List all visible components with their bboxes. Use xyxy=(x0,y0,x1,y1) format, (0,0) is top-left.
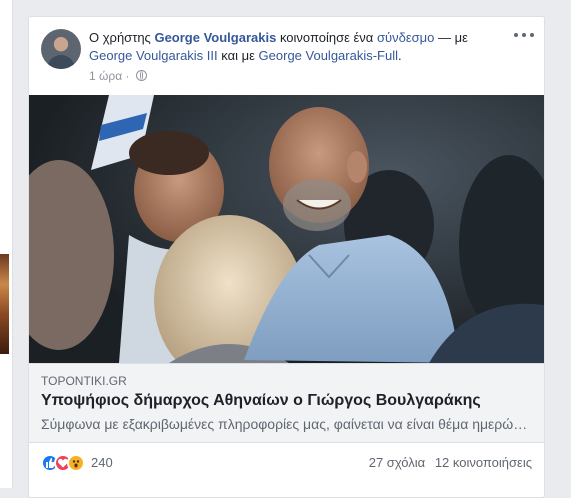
post-footer: 240 27 σχόλια 12 κοινοποιήσεις xyxy=(29,447,544,477)
engagement-stats: 27 σχόλια 12 κοινοποιήσεις xyxy=(369,455,532,470)
header-prefix: Ο χρήστης xyxy=(89,30,151,45)
link-description: Σύμφωνα με εξακριβωμένες πληροφορίες μας… xyxy=(41,416,531,432)
post-card: Ο χρήστης George Voulgarakis κοινοποίησε… xyxy=(28,16,545,498)
link-word[interactable]: σύνδεσμο xyxy=(377,30,434,45)
tagged-user-link-2[interactable]: George Voulgarakis-Full xyxy=(259,48,398,63)
post-header: Ο χρήστης George Voulgarakis κοινοποίησε… xyxy=(89,29,509,65)
photo-illustration xyxy=(29,95,544,363)
shares-count-link[interactable]: 12 κοινοποιήσεις xyxy=(435,455,532,470)
author-name-link[interactable]: George Voulgarakis xyxy=(154,30,276,45)
header-end-punct: . xyxy=(398,48,402,63)
link-preview-image[interactable] xyxy=(29,95,544,363)
post-timestamp[interactable]: 1 ώρα · xyxy=(89,69,129,83)
wow-icon xyxy=(67,454,85,472)
more-dot xyxy=(522,33,526,37)
reaction-count: 240 xyxy=(91,455,113,470)
adjacent-thumbnail[interactable] xyxy=(0,254,9,354)
link-preview-caption[interactable]: TOPONTIKI.GR Υποψήφιος δήμαρχος Αθηναίων… xyxy=(29,363,544,443)
avatar-shoulders xyxy=(47,55,75,69)
link-headline[interactable]: Υποψήφιος δήμαρχος Αθηναίων ο Γιώργος Βο… xyxy=(41,392,481,410)
more-options-icon[interactable] xyxy=(514,29,534,41)
header-action: κοινοποίησε ένα xyxy=(279,30,374,45)
post-meta: 1 ώρα · xyxy=(89,69,147,83)
header-with: — με xyxy=(438,30,468,45)
header-and: και με xyxy=(221,48,255,63)
comments-count-link[interactable]: 27 σχόλια xyxy=(369,455,425,470)
more-dot xyxy=(530,33,534,37)
tagged-user-link-1[interactable]: George Voulgarakis III xyxy=(89,48,218,63)
globe-icon[interactable] xyxy=(135,70,147,81)
author-avatar[interactable] xyxy=(41,29,81,69)
adjacent-column-edge xyxy=(0,0,13,488)
more-dot xyxy=(514,33,518,37)
link-domain: TOPONTIKI.GR xyxy=(41,374,127,388)
